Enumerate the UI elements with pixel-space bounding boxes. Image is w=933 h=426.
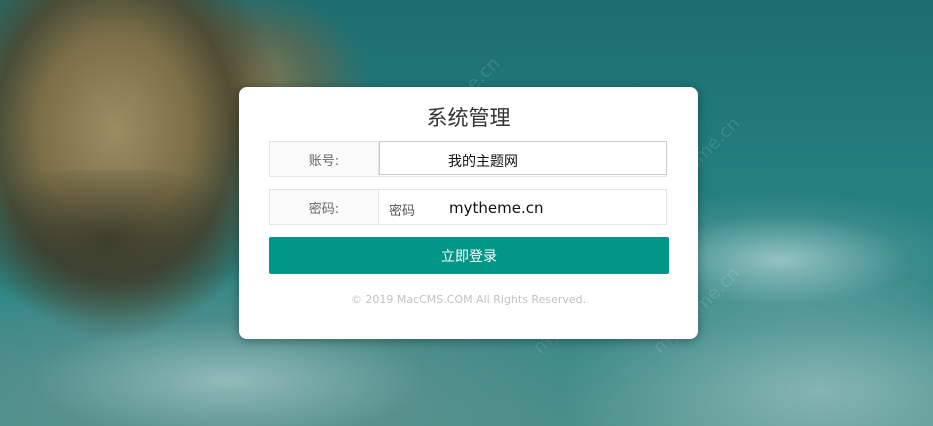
password-label: 密码:: [270, 190, 379, 224]
username-input[interactable]: 我的主题网: [379, 141, 667, 175]
background-rock: [0, 170, 260, 330]
password-overlay-text: mytheme.cn: [449, 199, 544, 217]
username-row: 账号: 我的主题网: [269, 141, 667, 177]
login-card: 系统管理 账号: 我的主题网 密码: 密码 mytheme.cn 立即登录 © …: [239, 87, 698, 339]
username-value: 我的主题网: [448, 154, 518, 170]
page-title: 系统管理: [426, 106, 511, 130]
password-row: 密码: 密码 mytheme.cn: [269, 189, 667, 225]
password-input[interactable]: 密码 mytheme.cn: [379, 190, 666, 224]
username-label: 账号:: [270, 142, 379, 176]
login-button[interactable]: 立即登录: [269, 237, 669, 274]
password-placeholder: 密码: [389, 204, 416, 219]
copyright-text: © 2019 MacCMS.COM All Rights Reserved.: [350, 293, 587, 306]
